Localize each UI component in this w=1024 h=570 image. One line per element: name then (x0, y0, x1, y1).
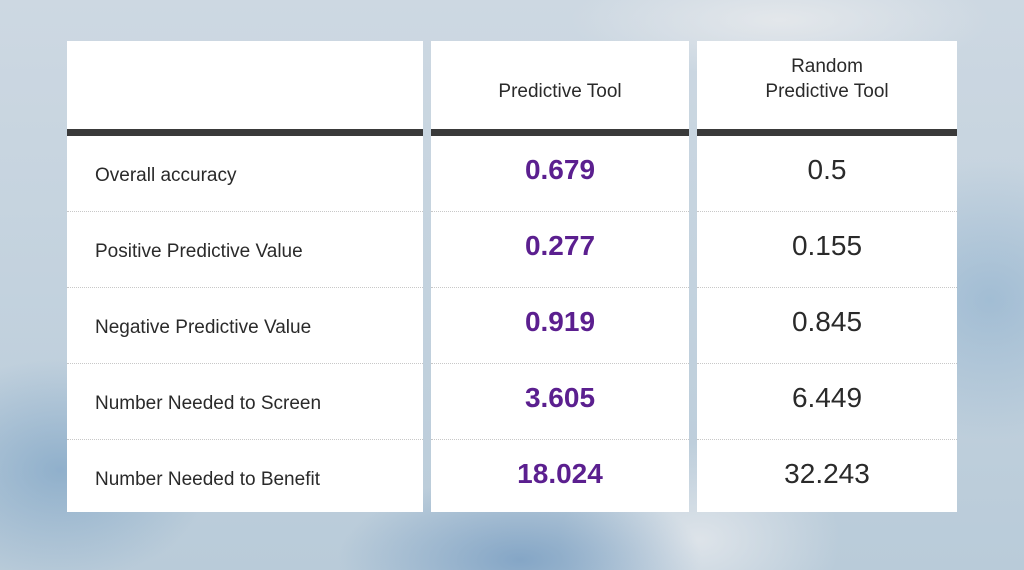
header-label-line1: Random (791, 56, 863, 77)
header-rule (67, 129, 423, 136)
table-row: Positive Predictive Value (67, 212, 423, 288)
table-row: 0.5 (697, 136, 957, 212)
table-row: 0.679 (431, 136, 689, 212)
random-value: 0.5 (807, 154, 847, 185)
header-label: Predictive Tool (498, 81, 622, 102)
table-row: 0.155 (697, 212, 957, 288)
table-row: 32.243 (697, 440, 957, 515)
table-row: 18.024 (431, 440, 689, 515)
metric-label: Overall accuracy (95, 165, 237, 186)
predictive-tool-header: Predictive Tool (431, 41, 689, 129)
table-row: 0.919 (431, 288, 689, 364)
random-value: 6.449 (791, 382, 863, 413)
random-value: 0.155 (791, 230, 863, 261)
table-row: 0.845 (697, 288, 957, 364)
metric-label: Number Needed to Screen (95, 393, 322, 414)
predictive-value: 18.024 (517, 458, 603, 489)
metric-label: Number Needed to Benefit (95, 469, 320, 490)
metric-column: Overall accuracy Positive Predictive Valu… (67, 41, 423, 512)
predictive-value: 3.605 (524, 382, 596, 413)
metric-header (67, 41, 423, 129)
metric-label: Negative Predictive Value (95, 317, 312, 338)
header-rule (697, 129, 957, 136)
random-value: 0.845 (791, 306, 863, 337)
random-tool-column: Random Predictive Tool 0.5 0.155 0.845 6.44… (697, 41, 957, 512)
header-label-line2: Predictive Tool (765, 81, 889, 102)
predictive-tool-column: Predictive Tool 0.679 0.277 0.919 3.605 18.0… (431, 41, 689, 512)
header-rule (431, 129, 689, 136)
predictive-value: 0.277 (524, 230, 596, 261)
table-row: Number Needed to Benefit (67, 440, 423, 515)
predictive-value: 0.679 (524, 154, 596, 185)
random-tool-header: Random Predictive Tool (697, 41, 957, 129)
table-row: Negative Predictive Value (67, 288, 423, 364)
table-row: 6.449 (697, 364, 957, 440)
predictive-value: 0.919 (524, 306, 596, 337)
random-value: 32.243 (784, 458, 870, 489)
metric-label: Positive Predictive Value (95, 241, 303, 262)
table-row: Overall accuracy (67, 136, 423, 212)
table-row: 3.605 (431, 364, 689, 440)
table-row: 0.277 (431, 212, 689, 288)
table-row: Number Needed to Screen (67, 364, 423, 440)
